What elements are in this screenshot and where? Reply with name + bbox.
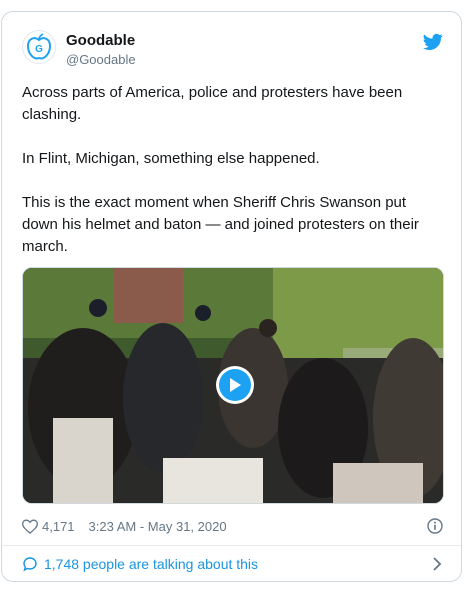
- tweet-video[interactable]: [22, 267, 444, 504]
- twitter-bird-icon[interactable]: [423, 33, 443, 51]
- play-button[interactable]: [216, 366, 254, 404]
- goodable-apple-logo-icon[interactable]: G: [22, 30, 56, 64]
- heart-icon[interactable]: [22, 518, 38, 534]
- tweet-timestamp[interactable]: 3:23 AM - May 31, 2020: [89, 519, 227, 534]
- tweet-embed-card[interactable]: G Goodable @Goodable Across parts of Ame…: [1, 11, 462, 582]
- conversation-link[interactable]: 1,748 people are talking about this: [2, 546, 461, 582]
- talking-about-count[interactable]: 1,748 people are talking about this: [44, 556, 258, 572]
- account-handle[interactable]: @Goodable: [66, 52, 136, 67]
- chevron-right-icon[interactable]: [431, 557, 443, 571]
- tweet-header: G Goodable @Goodable: [2, 12, 461, 72]
- tweet-meta: 4,171 3:23 AM - May 31, 2020: [22, 516, 444, 536]
- comment-bubble-icon: [23, 557, 37, 572]
- tweet-text: Across parts of America, police and prot…: [22, 84, 419, 255]
- account-name[interactable]: Goodable: [66, 32, 135, 49]
- play-icon: [219, 369, 251, 401]
- svg-text:G: G: [35, 44, 43, 55]
- info-icon[interactable]: [427, 518, 443, 534]
- like-count[interactable]: 4,171: [42, 519, 75, 534]
